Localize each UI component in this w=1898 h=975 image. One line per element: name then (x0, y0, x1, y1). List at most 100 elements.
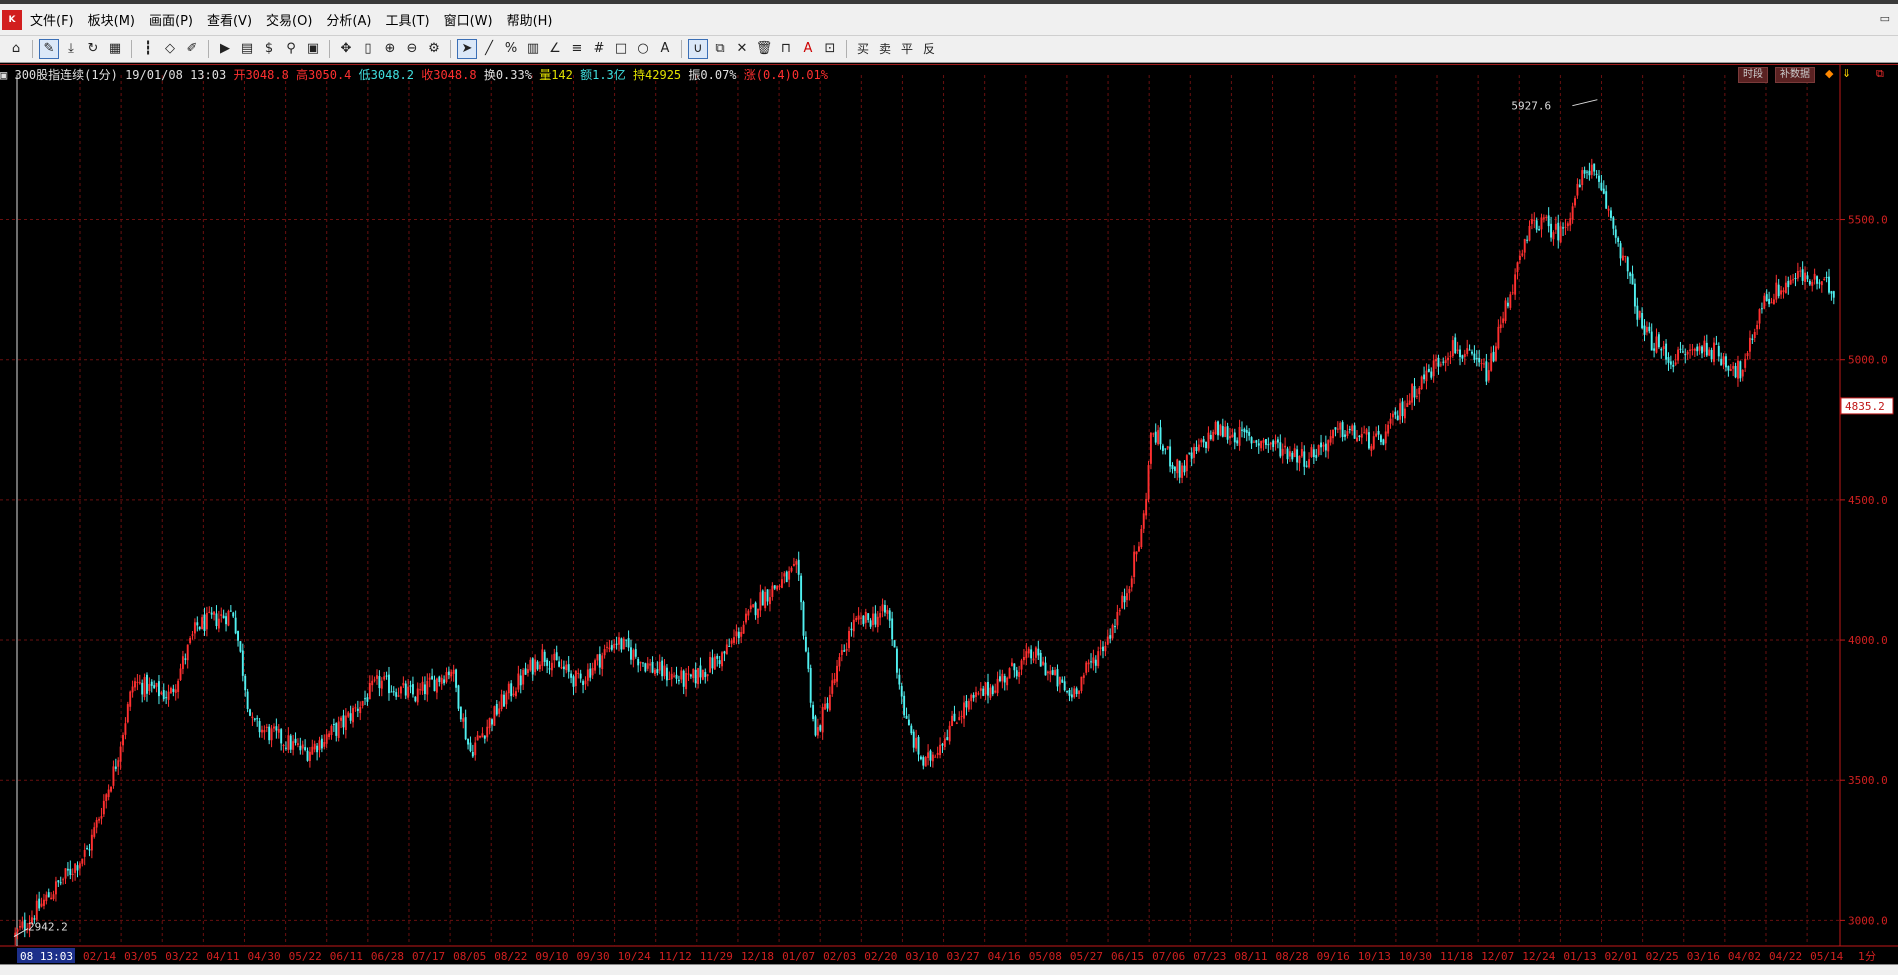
candle-body (591, 668, 594, 676)
refresh-icon[interactable]: ↻ (83, 39, 103, 59)
candle-body (1015, 670, 1018, 677)
candle-body (1197, 444, 1200, 451)
menu-window[interactable]: 窗口(W) (444, 10, 493, 29)
candle-body (601, 655, 604, 670)
percent-icon[interactable]: % (501, 39, 521, 59)
candle-body (143, 677, 146, 698)
candle-body (685, 672, 688, 690)
candle-body (1432, 360, 1435, 377)
menu-tools[interactable]: 工具(T) (385, 10, 429, 29)
candle-body (558, 661, 561, 667)
calculator-icon[interactable]: ▣ (303, 39, 323, 59)
download-icon[interactable]: ⤓ (61, 39, 81, 59)
font-color-icon[interactable]: A (798, 39, 818, 59)
zoom-out-icon[interactable]: ⊖ (402, 39, 422, 59)
edit-icon[interactable]: ✐ (182, 39, 202, 59)
ruler-icon[interactable]: ▯ (358, 39, 378, 59)
candle-body (359, 707, 362, 714)
sell-button[interactable]: 卖 (875, 39, 895, 59)
arrow-down-icon[interactable]: ⇓ (1842, 67, 1851, 80)
restore-window-icon[interactable]: ▭ (1880, 12, 1890, 25)
candle-body (924, 756, 927, 767)
filter-icon[interactable]: ⚲ (281, 39, 301, 59)
candle-body (879, 613, 882, 618)
menu-screen[interactable]: 画面(P) (149, 10, 193, 29)
chart-area[interactable]: 3000.0 3500.0 4000.0 4500.0 5000.0 5500.0 02/1… (0, 64, 1898, 965)
dollar-icon[interactable]: $ (259, 39, 279, 59)
menu-analysis[interactable]: 分析(A) (326, 10, 371, 29)
rectangle-icon[interactable]: □ (611, 39, 631, 59)
x-tick-label: 04/02 (1728, 950, 1761, 963)
circle-icon[interactable]: ○ (633, 39, 653, 59)
pencil-icon[interactable]: ✎ (39, 39, 59, 59)
candle-body (1051, 670, 1054, 675)
buy-button[interactable]: 买 (853, 39, 873, 59)
restore-chart-icon[interactable]: ⧉ (1876, 67, 1884, 81)
candle-body (1662, 346, 1665, 349)
menu-sector[interactable]: 板块(M) (88, 10, 135, 29)
parallel-lines-icon[interactable]: ≡ (567, 39, 587, 59)
diamond-icon[interactable]: ◇ (160, 39, 180, 59)
zoom-in-icon[interactable]: ⊕ (380, 39, 400, 59)
save-icon[interactable]: ⊡ (820, 39, 840, 59)
candle-body (1789, 279, 1792, 285)
bars-icon[interactable]: ▥ (523, 39, 543, 59)
candle-body (1094, 659, 1097, 666)
delete-icon[interactable]: ✕ (732, 39, 752, 59)
app-logo-icon[interactable]: K (2, 10, 22, 30)
candle-body (474, 742, 477, 756)
menu-file[interactable]: 文件(F) (30, 10, 74, 29)
candle-body (1729, 368, 1732, 372)
fill-data-button[interactable]: 补数据 (1775, 67, 1815, 83)
candle-body (481, 733, 484, 738)
candle-body (1411, 384, 1414, 403)
candle-body (665, 667, 668, 681)
candle-body (229, 610, 232, 612)
text-tool-icon[interactable]: A (655, 39, 675, 59)
candle-body (1341, 422, 1344, 437)
lock-icon[interactable]: ⊓ (776, 39, 796, 59)
candle-body (836, 665, 839, 682)
home-icon[interactable]: ⌂ (6, 39, 26, 59)
reverse-button[interactable]: 反 (919, 39, 939, 59)
candle-body (237, 631, 239, 641)
menu-view[interactable]: 查看(V) (207, 10, 252, 29)
candle-body (745, 613, 747, 623)
hash-grid-icon[interactable]: # (589, 39, 609, 59)
angle-icon[interactable]: ∠ (545, 39, 565, 59)
candle-body (397, 695, 400, 697)
trash-icon[interactable]: 🗑 (754, 39, 774, 59)
alert-diamond-icon[interactable]: ◆ (1825, 67, 1833, 80)
candle-body (1116, 611, 1119, 626)
candle-body (1626, 257, 1629, 272)
candlestick-chart[interactable]: 3000.0 3500.0 4000.0 4500.0 5000.0 5500.0 02/1… (0, 65, 1898, 965)
candle-body (198, 626, 201, 630)
candle-body (208, 611, 211, 613)
candle-body (1099, 647, 1102, 649)
cursor-icon[interactable]: ➤ (457, 39, 477, 59)
candle-body (792, 563, 795, 566)
copy-icon[interactable]: ⧉ (710, 39, 730, 59)
document-icon[interactable]: ▤ (237, 39, 257, 59)
candle-body (850, 628, 853, 631)
candlestick-icon[interactable]: ┇ (138, 39, 158, 59)
move-icon[interactable]: ✥ (336, 39, 356, 59)
grid-layout-icon[interactable]: ▦ (105, 39, 125, 59)
x-tick-label: 04/22 (1769, 950, 1802, 963)
settings-icon[interactable]: ⚙ (424, 39, 444, 59)
kline-icon[interactable]: ▣ (0, 68, 7, 82)
candle-body (1430, 371, 1433, 378)
menu-help[interactable]: 帮助(H) (507, 10, 553, 29)
candle-body (1653, 348, 1656, 351)
candle-body (1715, 343, 1718, 345)
magnet-icon[interactable]: ∪ (688, 39, 708, 59)
menu-trade[interactable]: 交易(O) (266, 10, 312, 29)
candle-body (232, 612, 235, 617)
line-draw-icon[interactable]: ╱ (479, 39, 499, 59)
flat-button[interactable]: 平 (897, 39, 917, 59)
time-share-button[interactable]: 时段 (1738, 67, 1768, 83)
candle-body (1717, 346, 1720, 357)
play-icon[interactable]: ▶ (215, 39, 235, 59)
candle-body (141, 682, 144, 695)
quote-info-bar: ▣ 300股指连续(1分) 19/01/08 13:03 开3048.8 高30… (0, 65, 1898, 85)
